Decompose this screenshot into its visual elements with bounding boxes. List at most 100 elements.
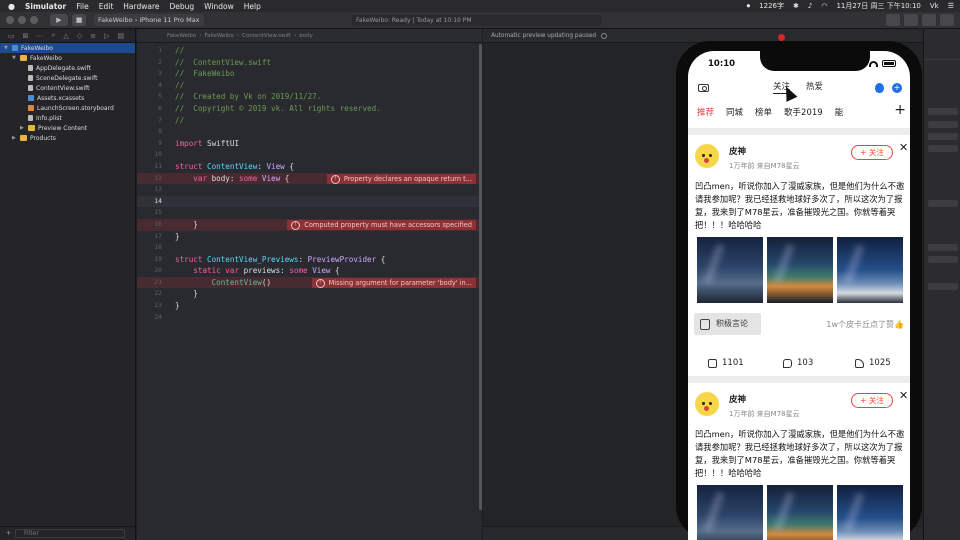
inspector-field[interactable] [928,133,958,140]
menu-hardware[interactable]: Hardware [123,2,159,11]
disclosure-triangle-icon[interactable]: ▶ [20,125,28,131]
tab-hot[interactable]: 热爱 [806,80,823,94]
code-line-error[interactable]: 21 ContentView() Missing argument for par… [137,276,482,289]
code-line[interactable]: 20 static var previews: some View { [137,265,482,277]
close-icon[interactable]: ✕ [899,389,908,402]
post-username[interactable]: 皮神 [729,393,746,405]
inspector-field[interactable] [928,121,958,128]
menu-debug[interactable]: Debug [170,2,195,11]
inspector-field[interactable] [928,256,958,263]
file-tree-item[interactable]: ▶ Preview Content [0,123,135,133]
file-tree-item[interactable]: Assets.xcassets [0,93,135,103]
disclosure-triangle-icon[interactable]: ▼ [4,45,12,51]
code-line[interactable]: 10 [137,149,482,161]
jumpbar-item-project[interactable]: FakeWeibo [167,33,196,39]
file-tree-item[interactable]: ▼ FakeWeibo [0,53,135,63]
breakpoint-icon[interactable]: ▷ [104,32,109,40]
stop-button[interactable]: ■ [72,14,86,26]
code-line[interactable]: 9 import SwiftUI [137,138,482,150]
add-icon[interactable]: + [892,83,902,93]
code-line[interactable]: 3 // FakeWeibo [137,68,482,80]
add-channel-icon[interactable]: + [890,102,906,118]
info-icon[interactable] [601,32,608,39]
test-icon[interactable]: ◇ [77,32,82,40]
channel-ranking[interactable]: 榜单 [755,106,772,118]
source-code[interactable]: 1 // 2 // ContentView.swift 3 // FakeWeibo 4 //… [137,45,482,323]
user-menu[interactable]: Vk [930,2,939,10]
file-tree-item[interactable]: ▶ Products [0,133,135,143]
inspector-toggle-button[interactable] [940,14,954,26]
code-line[interactable]: 13 [137,184,482,196]
camera-icon[interactable] [698,84,709,92]
code-line[interactable]: 15 [137,207,482,219]
code-line[interactable]: 5 // Created by Vk on 2019/11/27. [137,91,482,103]
like-button[interactable]: 1025 [855,358,891,368]
code-line[interactable]: 1 // [137,45,482,57]
file-tree-item[interactable]: ContentView.swift [0,83,135,93]
comment-button[interactable]: 103 [783,358,813,368]
volume-icon[interactable]: ♪ [808,2,812,10]
list-icon[interactable]: ☰ [948,2,954,10]
post-card[interactable]: 皮神 1万年前 来自M78星云 + 关注 ✕ 凹凸men，听说你加入了漫威家族，… [688,135,910,375]
code-editor[interactable]: FakeWeibo › FakeWeibo › ContentView.swift ›… [137,29,482,540]
inspector-field[interactable] [928,145,958,152]
error-message[interactable]: Property declares an opaque return t... [326,173,476,184]
menu-file[interactable]: File [76,2,89,11]
post-image[interactable] [697,237,763,303]
jumpbar-item-file[interactable]: ContentView.swift [242,33,291,39]
inspector-field[interactable] [928,108,958,115]
add-file-button[interactable]: + [6,530,11,537]
jumpbar-item-group[interactable]: FakeWeibo [205,33,234,39]
avatar[interactable] [695,392,719,416]
menu-edit[interactable]: Edit [99,2,114,11]
file-tree-item[interactable]: AppDelegate.swift [0,63,135,73]
menu-help[interactable]: Help [244,2,261,11]
post-image[interactable] [837,485,903,540]
zoom-window-button[interactable] [30,16,38,24]
file-tree-item[interactable]: SceneDelegate.swift [0,73,135,83]
minimize-window-button[interactable] [18,16,26,24]
menu-window[interactable]: Window [204,2,234,11]
wifi-icon[interactable]: ◠ [821,2,827,10]
file-tree-item[interactable]: Info.plist [0,113,135,123]
code-line[interactable]: 18 [137,242,482,254]
code-line[interactable]: 11 struct ContentView: View { [137,161,482,173]
code-line-error[interactable]: 16 } Computed property must have accessor… [137,218,482,231]
code-line[interactable]: 14 [137,195,482,208]
library-button[interactable] [886,14,900,26]
editor-options-button[interactable] [904,14,918,26]
disclosure-triangle-icon[interactable]: ▼ [12,55,20,61]
code-line[interactable]: 2 // ContentView.swift [137,57,482,69]
file-tree-item[interactable]: LaunchScreen.storyboard [0,103,135,113]
code-line[interactable]: 17} [137,231,482,243]
channel-singer[interactable]: 歌手2019 [784,106,823,118]
avatar[interactable] [695,144,719,168]
navigator-toggle-button[interactable] [922,14,936,26]
code-line[interactable]: 24 [137,312,482,324]
code-line-error[interactable]: 12 var body: some View {Property declare… [137,172,482,185]
channel-more[interactable]: 能 [835,106,844,118]
close-window-button[interactable] [6,16,14,24]
post-image[interactable] [697,485,763,540]
follow-button[interactable]: + 关注 [851,145,893,160]
bluetooth-icon[interactable]: ✱ [793,2,799,10]
folder-icon[interactable]: ▭ [8,32,15,40]
code-line[interactable]: 6 // Copyright © 2019 vk. All rights rese… [137,103,482,115]
inspector-field[interactable] [928,244,958,251]
app-menu[interactable]: Simulator [25,2,66,11]
scheme-selector[interactable]: FakeWeibo › iPhone 11 Pro Max [94,14,204,26]
positive-speech-badge[interactable]: 积极言论 [694,313,761,335]
close-icon[interactable]: ✕ [899,141,908,154]
disclosure-triangle-icon[interactable]: ▶ [12,135,20,141]
clock[interactable]: 11月27日 周三 下午10:10 [836,1,920,11]
filter-input[interactable]: Filter [15,529,126,538]
post-card[interactable]: 皮神 1万年前 来自M78星云 + 关注 ✕ 凹凸men，听说你加入了漫威家族，… [688,383,910,540]
symbol-icon[interactable]: ⋯ [37,32,44,40]
error-message[interactable]: Computed property must have accessors sp… [287,219,476,230]
fire-icon[interactable] [875,83,884,93]
error-message[interactable]: Missing argument for parameter 'body' in… [311,277,476,288]
post-image[interactable] [767,237,833,303]
inspector-field[interactable] [928,283,958,290]
post-image[interactable] [767,485,833,540]
warning-icon[interactable]: △ [63,32,68,40]
